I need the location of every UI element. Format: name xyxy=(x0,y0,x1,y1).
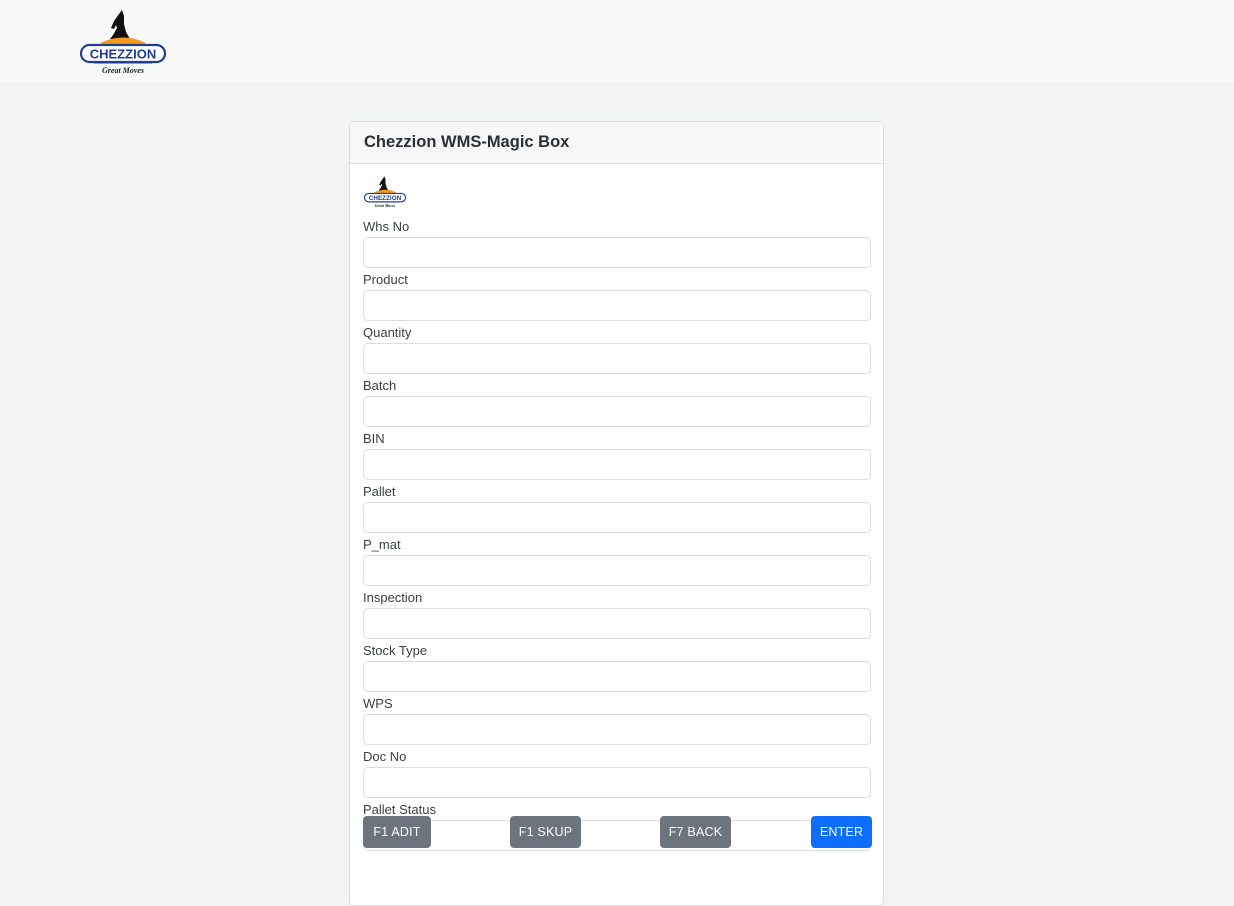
wps-input[interactable] xyxy=(363,714,871,745)
inspection-input[interactable] xyxy=(363,608,871,639)
product-input[interactable] xyxy=(363,290,871,321)
card-title: Chezzion WMS-Magic Box xyxy=(364,133,570,151)
stock-type-input[interactable] xyxy=(363,661,871,692)
svg-text:CHEZZION: CHEZZION xyxy=(369,195,402,202)
doc-no-input[interactable] xyxy=(363,767,871,798)
whs-no-label: Whs No xyxy=(363,219,410,234)
inspection-label: Inspection xyxy=(363,590,423,605)
action-button-row: F1 ADIT F1 SKUP F7 BACK ENTER xyxy=(363,816,872,848)
bin-label: BIN xyxy=(363,431,385,446)
f1-adit-button[interactable]: F1 ADIT xyxy=(363,816,431,848)
batch-input[interactable] xyxy=(363,396,871,427)
chezzion-logo[interactable]: CHEZZION Great Moves xyxy=(78,8,168,76)
pallet-input[interactable] xyxy=(363,502,871,533)
wps-label: WPS xyxy=(363,696,393,711)
f1-skup-button[interactable]: F1 SKUP xyxy=(510,816,581,848)
stock-type-label: Stock Type xyxy=(363,643,428,658)
svg-text:CHEZZION: CHEZZION xyxy=(90,47,156,62)
f7-back-button[interactable]: F7 BACK xyxy=(660,816,731,848)
enter-button[interactable]: ENTER xyxy=(811,816,872,848)
batch-label: Batch xyxy=(363,378,397,393)
pallet-label: Pallet xyxy=(363,484,396,499)
svg-text:Great Moves: Great Moves xyxy=(102,66,144,75)
quantity-label: Quantity xyxy=(363,325,412,340)
bin-input[interactable] xyxy=(363,449,871,480)
quantity-input[interactable] xyxy=(363,343,871,374)
card-header: Chezzion WMS-Magic Box xyxy=(350,122,883,164)
whs-no-input[interactable] xyxy=(363,237,871,268)
p-mat-label: P_mat xyxy=(363,537,401,552)
product-label: Product xyxy=(363,272,408,287)
card-body: CHEZZION Great Moves Whs No Product Quan… xyxy=(350,164,883,851)
top-navbar: CHEZZION Great Moves xyxy=(0,0,1234,82)
svg-text:Great Moves: Great Moves xyxy=(375,204,396,208)
doc-no-label: Doc No xyxy=(363,749,407,764)
magic-box-card: Chezzion WMS-Magic Box CHEZZION Great Mo… xyxy=(349,121,884,906)
p-mat-input[interactable] xyxy=(363,555,871,586)
chezzion-small-logo: CHEZZION Great Moves xyxy=(363,176,407,208)
